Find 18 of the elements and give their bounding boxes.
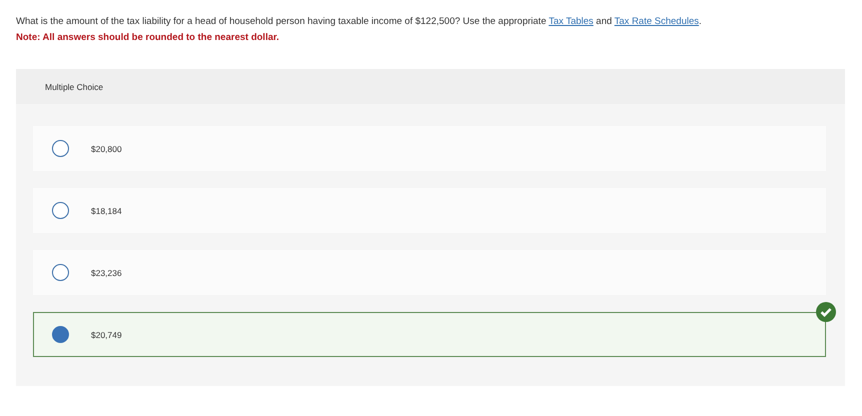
answer-text: $23,236 [91,268,122,278]
tax-tables-link[interactable]: Tax Tables [548,16,594,27]
answer-option[interactable]: $20,749 [33,312,826,357]
answer-option[interactable]: $20,800 [33,126,826,171]
question-text: What is the amount of the tax liability for a head of household person having taxable income of $122,500? Use the appropriate Tax Tables and Tax Rate Schedules. [16,15,703,28]
checkmark-icon [816,302,836,322]
panel-title: Multiple Choice [45,82,104,92]
radio-button[interactable] [52,264,69,281]
radio-button[interactable] [52,326,69,343]
answer-text: $20,749 [91,330,122,340]
radio-button[interactable] [52,202,69,219]
answer-text: $20,800 [91,144,122,154]
answer-text: $18,184 [91,206,122,216]
radio-button[interactable] [52,140,69,157]
answer-option[interactable]: $23,236 [33,250,826,295]
note-text: Note: All answers should be rounded to the nearest dollar. [16,32,280,43]
tax-rate-schedules-link[interactable]: Tax Rate Schedules [614,16,699,27]
answer-option[interactable]: $18,184 [33,188,826,233]
